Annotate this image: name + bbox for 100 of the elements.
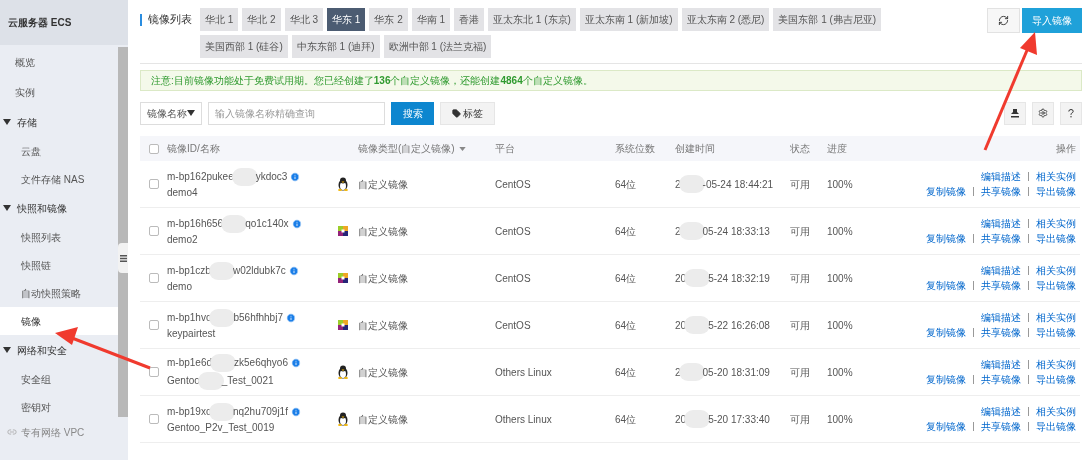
action-link[interactable]: 编辑描述 xyxy=(981,357,1021,372)
search-button[interactable]: 搜索 xyxy=(391,101,434,125)
export-button[interactable] xyxy=(1004,101,1026,125)
sidebar-item[interactable]: 专有网络 VPC xyxy=(0,421,118,443)
action-link[interactable]: 共享镜像 xyxy=(981,278,1021,293)
action-link[interactable]: 复制镜像 xyxy=(926,419,966,434)
sidebar-item[interactable]: 云盘 xyxy=(0,137,118,165)
action-link[interactable]: 编辑描述 xyxy=(981,404,1021,419)
refresh-button[interactable] xyxy=(987,8,1020,33)
action-link[interactable]: 导出镜像 xyxy=(1036,325,1076,340)
action-link[interactable]: 导出镜像 xyxy=(1036,372,1076,387)
action-link[interactable]: 编辑描述 xyxy=(981,169,1021,184)
info-icon[interactable] xyxy=(285,313,296,323)
region-tab[interactable]: 亚太东南 1 (新加坡) xyxy=(579,8,678,31)
action-link[interactable]: 相关实例 xyxy=(1036,357,1076,372)
group-label: 快照和镜像 xyxy=(17,201,67,216)
select-all-checkbox[interactable] xyxy=(148,143,159,154)
action-link[interactable]: 共享镜像 xyxy=(981,231,1021,246)
info-icon[interactable] xyxy=(291,219,302,229)
region-tab[interactable]: 中东东部 1 (迪拜) xyxy=(291,35,380,58)
sidebar-item[interactable]: 快照列表 xyxy=(0,223,118,251)
sidebar-item[interactable]: 镜像 xyxy=(0,307,118,335)
settings-button[interactable] xyxy=(1032,101,1054,125)
sidebar-item[interactable]: 密钥对 xyxy=(0,393,118,421)
sidebar-item[interactable]: 文件存储 NAS xyxy=(0,165,118,193)
checkbox[interactable] xyxy=(148,179,159,189)
image-id: qo1c140x xyxy=(245,217,289,231)
action-link[interactable]: 相关实例 xyxy=(1036,310,1076,325)
search-field[interactable]: 输入镜像名称精确查询 xyxy=(208,101,385,125)
table-cell-text: 05-24 18:33:13 xyxy=(702,224,770,239)
action-link[interactable]: 导出镜像 xyxy=(1036,184,1076,199)
help-button[interactable] xyxy=(1060,101,1082,125)
action-link[interactable]: 复制镜像 xyxy=(926,372,966,387)
checkbox[interactable] xyxy=(148,320,159,330)
checkbox[interactable] xyxy=(148,414,159,424)
action-link[interactable]: 复制镜像 xyxy=(926,231,966,246)
sidebar-group[interactable]: 存储 xyxy=(0,107,118,137)
region-tab[interactable]: 华北 2 xyxy=(242,8,281,31)
sidebar-item[interactable]: 实例 xyxy=(0,77,118,107)
checkbox[interactable] xyxy=(148,367,159,377)
action-link[interactable]: 共享镜像 xyxy=(981,325,1021,340)
caret-icon xyxy=(458,146,466,151)
action-link[interactable]: 相关实例 xyxy=(1036,216,1076,231)
tag-button[interactable]: 标签 xyxy=(440,101,495,125)
info-icon[interactable] xyxy=(290,407,301,417)
checkbox[interactable] xyxy=(148,273,159,283)
action-link[interactable]: 相关实例 xyxy=(1036,263,1076,278)
table-cell-text: 自定义镜像 xyxy=(358,224,409,239)
action-link[interactable]: 共享镜像 xyxy=(981,372,1021,387)
table-cell-text: 可用 xyxy=(790,412,811,427)
refresh-icon xyxy=(998,15,1009,26)
scrollbar[interactable] xyxy=(118,47,128,417)
action-link[interactable]: 导出镜像 xyxy=(1036,419,1076,434)
image-name: Gentoo xyxy=(167,374,200,388)
checkbox[interactable] xyxy=(148,226,159,236)
action-link[interactable]: 相关实例 xyxy=(1036,169,1076,184)
action-link[interactable]: 导出镜像 xyxy=(1036,278,1076,293)
region-tab[interactable]: 亚太东南 2 (悉尼) xyxy=(681,8,770,31)
region-tab[interactable]: 华南 1 xyxy=(411,8,451,31)
sidebar-group[interactable]: 快照和镜像 xyxy=(0,193,118,223)
penguin-icon xyxy=(336,177,349,191)
region-tab[interactable]: 美国东部 1 (弗吉尼亚) xyxy=(773,8,882,31)
table-cell-text: 64位 xyxy=(615,412,638,427)
image-name: demo xyxy=(167,280,192,294)
table-cell-text: 自定义镜像 xyxy=(358,365,409,380)
image-id: m-bp1hvo xyxy=(167,311,212,325)
action-link[interactable]: 复制镜像 xyxy=(926,278,966,293)
region-tab[interactable]: 欧洲中部 1 (法兰克福) xyxy=(383,35,492,58)
action-link[interactable]: 编辑描述 xyxy=(981,263,1021,278)
region-tab[interactable]: 华北 3 xyxy=(284,8,324,31)
region-tab[interactable]: 华东 1 xyxy=(327,8,366,31)
sidebar-group[interactable]: 网络和安全 xyxy=(0,335,118,365)
sidebar-item[interactable]: 快照链 xyxy=(0,251,118,279)
action-link[interactable]: 共享镜像 xyxy=(981,419,1021,434)
help-icon xyxy=(1068,108,1074,118)
info-icon[interactable] xyxy=(290,172,301,182)
collapse-handle[interactable] xyxy=(118,243,128,273)
column-header[interactable]: 镜像类型(自定义镜像) xyxy=(358,141,455,156)
image-id: ykdoc3 xyxy=(255,170,288,184)
action-link[interactable]: 编辑描述 xyxy=(981,310,1021,325)
action-link[interactable]: 复制镜像 xyxy=(926,184,966,199)
sidebar-item[interactable]: 安全组 xyxy=(0,365,118,393)
action-link[interactable]: 相关实例 xyxy=(1036,404,1076,419)
tag-icon xyxy=(452,108,461,118)
region-tab[interactable]: 美国西部 1 (硅谷) xyxy=(200,35,288,58)
action-link[interactable]: 导出镜像 xyxy=(1036,231,1076,246)
region-tab[interactable]: 香港 xyxy=(454,8,485,31)
filter-select[interactable]: 镜像名称 xyxy=(140,101,202,125)
action-link[interactable]: 共享镜像 xyxy=(981,184,1021,199)
sidebar-item[interactable]: 概览 xyxy=(0,47,118,77)
region-tab[interactable]: 华北 1 xyxy=(200,8,239,31)
sidebar-item[interactable]: 自动快照策略 xyxy=(0,279,118,307)
action-link[interactable]: 编辑描述 xyxy=(981,216,1021,231)
info-icon[interactable] xyxy=(288,266,299,276)
region-tab[interactable]: 华东 2 xyxy=(369,8,408,31)
info-icon[interactable] xyxy=(290,358,301,368)
table-cell-text: 100% xyxy=(827,318,854,333)
action-link[interactable]: 复制镜像 xyxy=(926,325,966,340)
table-cell-text: 可用 xyxy=(790,224,811,239)
region-tab[interactable]: 亚太东北 1 (东京) xyxy=(488,8,576,31)
